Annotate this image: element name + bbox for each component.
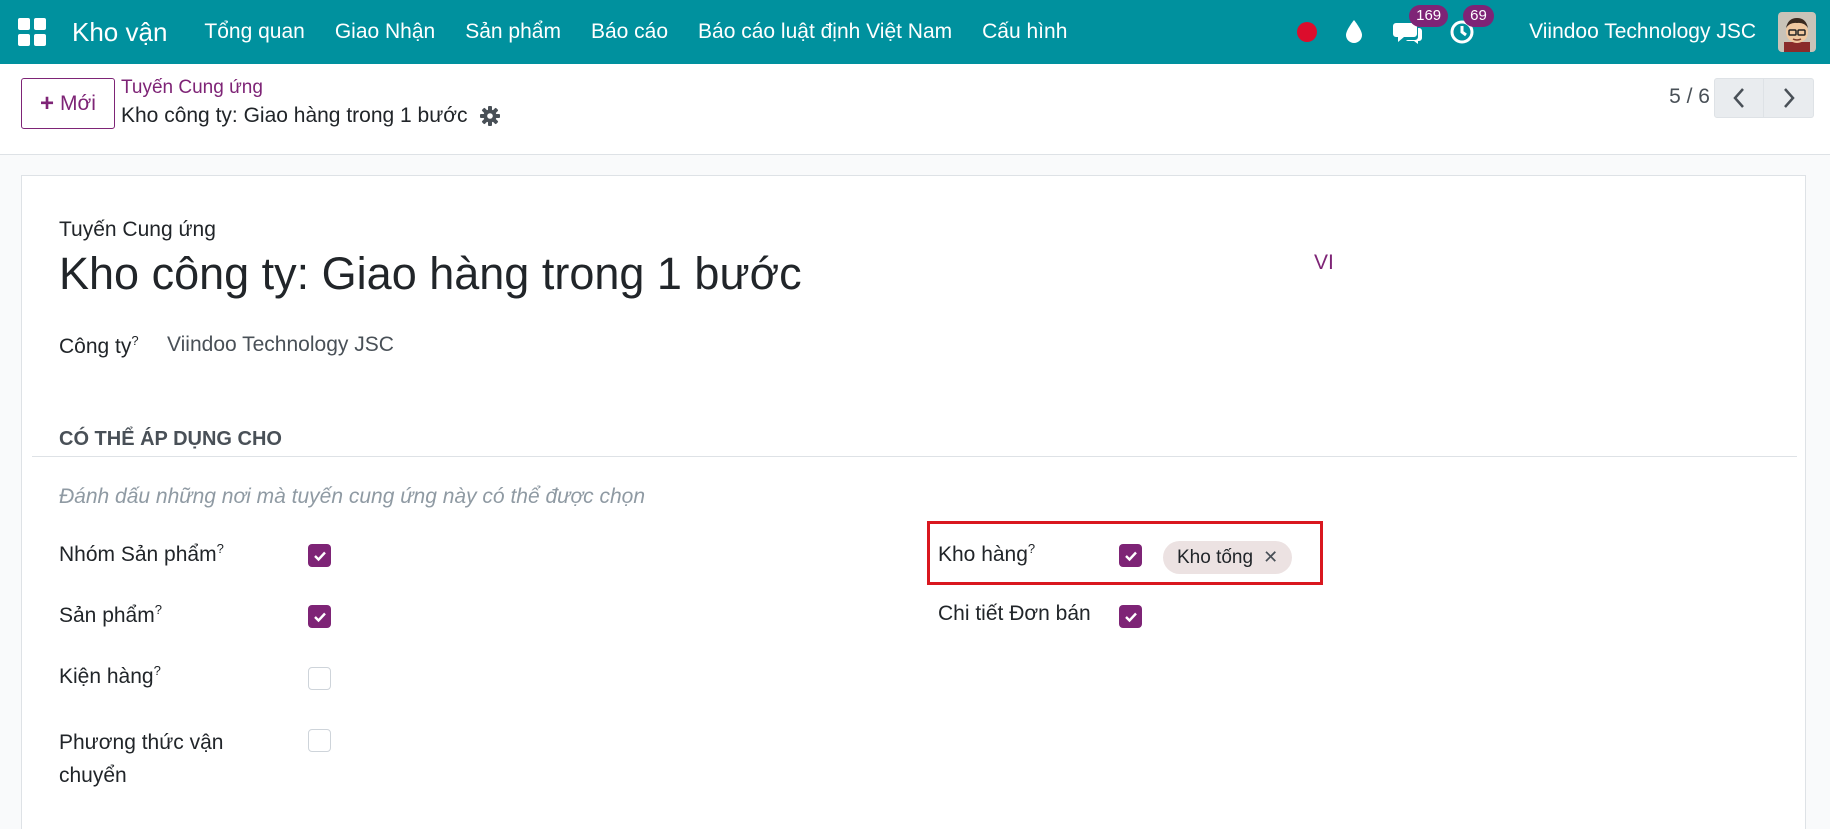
company-switcher[interactable]: Viindoo Technology JSC — [1529, 20, 1756, 44]
menu-giao-nhan[interactable]: Giao Nhận — [320, 20, 450, 44]
app-name[interactable]: Kho vận — [72, 17, 167, 48]
navbar-systray: 169 69 Viindoo Technology JSC — [1297, 0, 1830, 64]
control-panel: + Mới Tuyến Cung ứng Kho công ty: Giao h… — [0, 64, 1830, 155]
section-divider — [32, 456, 1797, 457]
breadcrumb-parent[interactable]: Tuyến Cung ứng — [121, 77, 263, 99]
breadcrumb-current-label: Kho công ty: Giao hàng trong 1 bước — [121, 104, 468, 127]
pager-buttons — [1714, 78, 1814, 118]
menu-bao-cao[interactable]: Báo cáo — [576, 20, 683, 44]
product-category-label: Nhóm Sản phẩm? — [59, 541, 224, 566]
product-label: Sản phẩm? — [59, 602, 162, 627]
shipping-method-label: Phương thức vận chuyển — [59, 731, 224, 787]
chevron-right-icon — [1783, 88, 1795, 108]
warehouse-tag: Kho tống ✕ — [1163, 541, 1293, 574]
top-navbar: Kho vận Tổng quan Giao Nhận Sản phẩm Báo… — [0, 0, 1830, 64]
new-button[interactable]: + Mới — [21, 78, 115, 129]
sale-order-line-checkbox[interactable] — [1119, 605, 1142, 628]
messages-badge: 169 — [1409, 5, 1449, 27]
company-field[interactable]: Viindoo Technology JSC — [167, 333, 394, 357]
section-title: CÓ THỂ ÁP DỤNG CHO — [59, 428, 282, 450]
chat-icon[interactable]: 169 — [1393, 5, 1449, 47]
close-icon[interactable]: ✕ — [1263, 547, 1278, 568]
product-checkbox[interactable] — [308, 605, 331, 628]
packaging-label: Kiện hàng? — [59, 663, 161, 688]
pager-next-button[interactable] — [1764, 78, 1814, 118]
product-category-checkbox[interactable] — [308, 544, 331, 567]
company-label: Công ty? — [59, 333, 139, 358]
sale-order-line-label: Chi tiết Đơn bán — [938, 602, 1091, 625]
section-help-text: Đánh dấu những nơi mà tuyến cung ứng này… — [59, 485, 646, 508]
chevron-left-icon — [1733, 88, 1744, 108]
warehouse-label: Kho hàng? — [938, 541, 1036, 566]
menu-bao-cao-luat-dinh[interactable]: Báo cáo luật định Việt Nam — [683, 20, 967, 44]
record-dot-icon[interactable] — [1297, 22, 1318, 42]
menu-tong-quan[interactable]: Tổng quan — [189, 20, 319, 44]
breadcrumb-current: Kho công ty: Giao hàng trong 1 bước — [121, 104, 500, 128]
clock-icon[interactable]: 69 — [1447, 5, 1494, 47]
avatar[interactable] — [1778, 12, 1816, 52]
check-icon — [1124, 551, 1137, 561]
warehouse-tag-label: Kho tống — [1177, 546, 1254, 568]
pager-previous-button[interactable] — [1714, 78, 1764, 118]
form-sheet: Tuyến Cung ứng Kho công ty: Giao hàng tr… — [21, 175, 1806, 829]
pager-value: 5 / 6 — [1669, 85, 1710, 108]
check-icon — [313, 612, 326, 622]
menu-cau-hinh[interactable]: Cấu hình — [967, 20, 1082, 44]
apps-grid-icon[interactable] — [18, 18, 46, 46]
check-icon — [1124, 612, 1137, 622]
new-button-label: Mới — [60, 91, 96, 115]
gear-icon[interactable] — [479, 106, 500, 126]
activities-badge: 69 — [1463, 5, 1494, 27]
plus-icon: + — [40, 89, 55, 117]
droplet-icon[interactable] — [1339, 17, 1369, 47]
menu-san-pham[interactable]: Sản phẩm — [450, 20, 576, 44]
check-icon — [313, 551, 326, 561]
language-button[interactable]: VI — [1314, 251, 1334, 275]
route-name-field[interactable]: Kho công ty: Giao hàng trong 1 bước — [59, 248, 802, 300]
shipping-method-checkbox[interactable] — [308, 729, 331, 752]
form-subtitle: Tuyến Cung ứng — [59, 218, 216, 241]
warehouse-checkbox[interactable] — [1119, 544, 1142, 567]
packaging-checkbox[interactable] — [308, 667, 331, 690]
